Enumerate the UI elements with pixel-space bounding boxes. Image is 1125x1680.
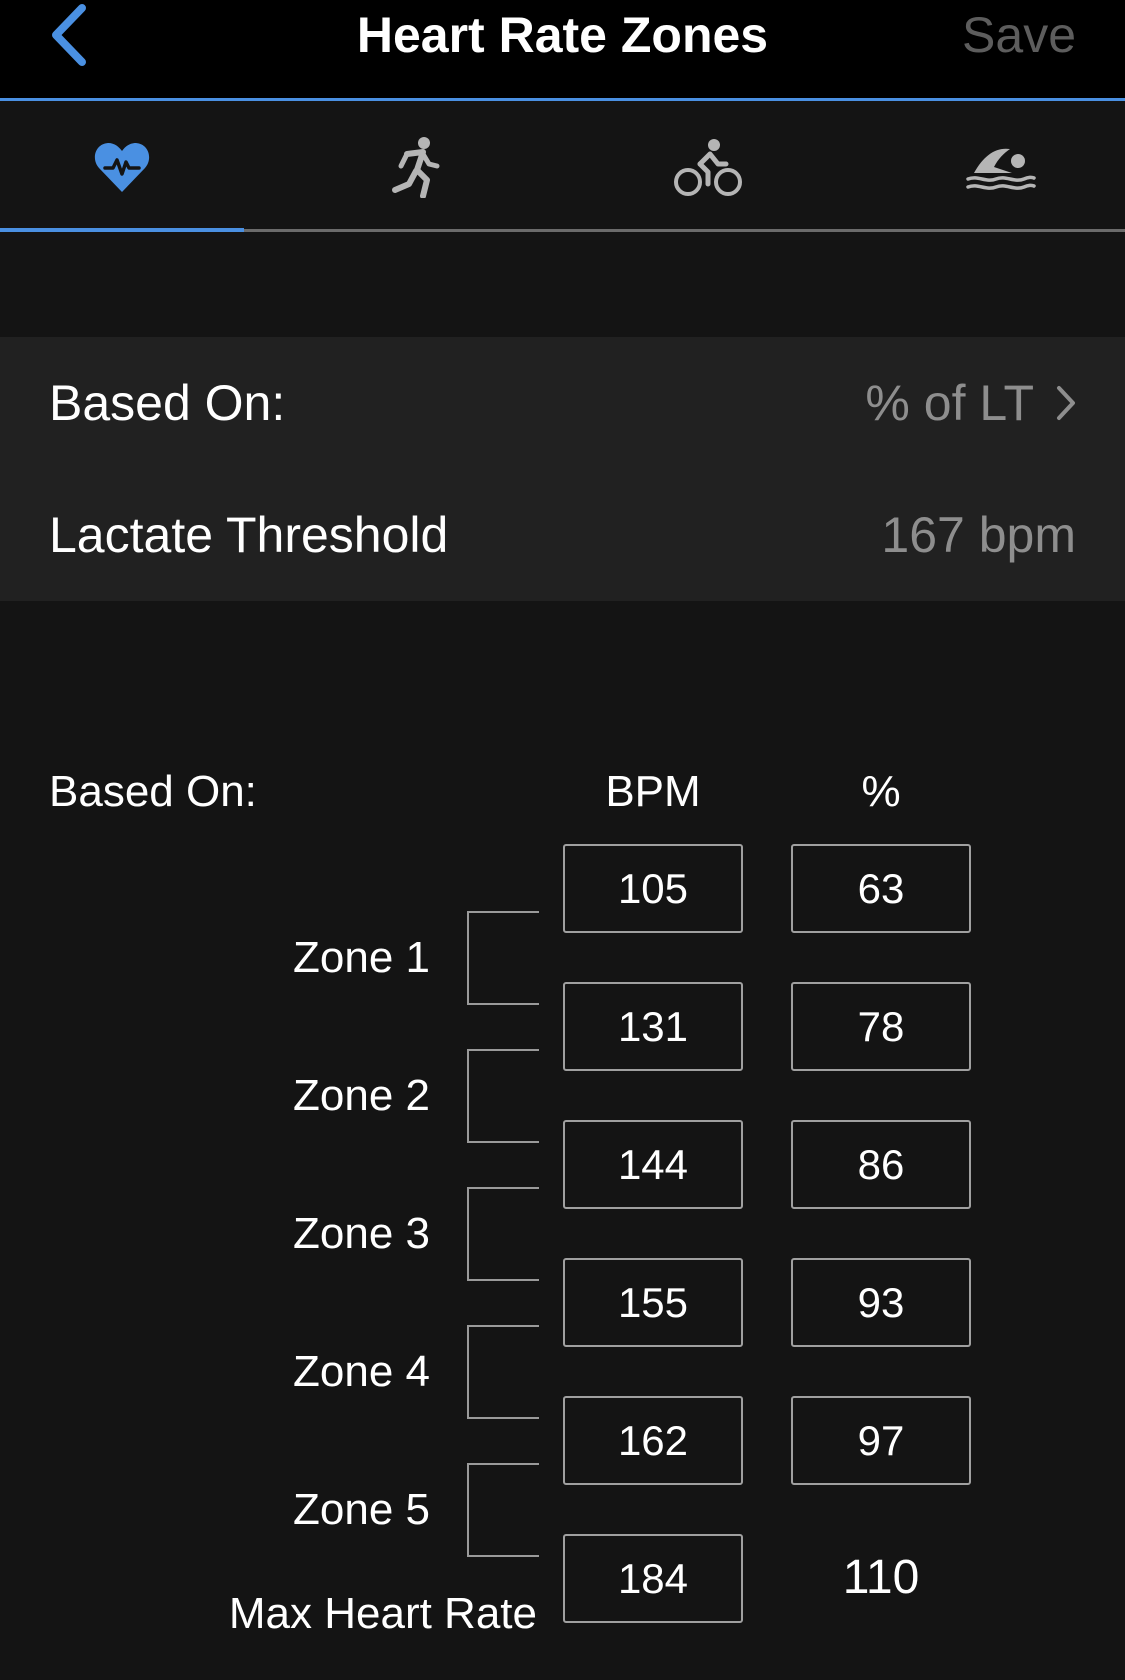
max-percent-value: 110 <box>842 1551 920 1604</box>
sport-tab-bar <box>0 104 1125 232</box>
max-heart-rate-input[interactable]: 184 <box>563 1534 743 1623</box>
swimming-icon <box>966 148 1036 190</box>
zone-bracket <box>467 1187 539 1281</box>
lactate-threshold-label: Lactate Threshold <box>49 507 449 563</box>
bpm-input[interactable]: 155 <box>563 1258 743 1347</box>
bpm-input[interactable]: 105 <box>563 844 743 933</box>
percent-input[interactable]: 97 <box>791 1396 971 1485</box>
zone-label: Zone 2 <box>293 1071 430 1120</box>
lactate-threshold-row[interactable]: Lactate Threshold 167 bpm <box>0 469 1125 601</box>
settings-group: Based On: % of LT Lactate Threshold 167 … <box>0 337 1125 601</box>
page-title: Heart Rate Zones <box>356 7 769 63</box>
zone-bracket <box>467 1325 539 1419</box>
save-button[interactable]: Save <box>962 4 1076 66</box>
percent-input[interactable]: 86 <box>791 1120 971 1209</box>
chevron-right-icon <box>1057 386 1075 420</box>
based-on-value-group: % of LT <box>865 337 1076 469</box>
bpm-input[interactable]: 144 <box>563 1120 743 1209</box>
bpm-input[interactable]: 131 <box>563 982 743 1071</box>
lactate-threshold-value: 167 bpm <box>881 507 1076 563</box>
percent-column-header: % <box>861 767 901 816</box>
bpm-column-header: BPM <box>605 767 701 816</box>
zone-label: Zone 1 <box>293 933 430 982</box>
zone-bracket <box>467 1049 539 1143</box>
based-on-value: % of LT <box>865 375 1034 431</box>
tab-cycling[interactable] <box>586 104 830 229</box>
zone-label: Zone 3 <box>293 1209 430 1258</box>
zones-based-on-label: Based On: <box>49 767 257 816</box>
percent-input[interactable]: 93 <box>791 1258 971 1347</box>
zone-label: Zone 4 <box>293 1347 430 1396</box>
bpm-input[interactable]: 162 <box>563 1396 743 1485</box>
max-heart-rate-label: Max Heart Rate <box>228 1589 537 1638</box>
zone-bracket <box>467 1463 539 1557</box>
heart-rate-icon <box>94 142 150 192</box>
tab-swimming[interactable] <box>879 104 1123 229</box>
percent-input[interactable]: 78 <box>791 982 971 1071</box>
tab-heart-rate[interactable] <box>0 104 244 232</box>
based-on-label: Based On: <box>49 375 286 431</box>
zone-label: Zone 5 <box>293 1485 430 1534</box>
running-icon <box>392 136 440 198</box>
zone-bracket <box>467 911 539 1005</box>
cycling-icon <box>674 138 742 196</box>
percent-input[interactable]: 63 <box>791 844 971 933</box>
based-on-row[interactable]: Based On: % of LT <box>0 337 1125 469</box>
heart-rate-zones-screen: Heart Rate Zones Save Based On: % of LT … <box>0 0 1125 1680</box>
tab-running[interactable] <box>293 104 537 229</box>
navigation-bar: Heart Rate Zones Save <box>0 0 1125 101</box>
